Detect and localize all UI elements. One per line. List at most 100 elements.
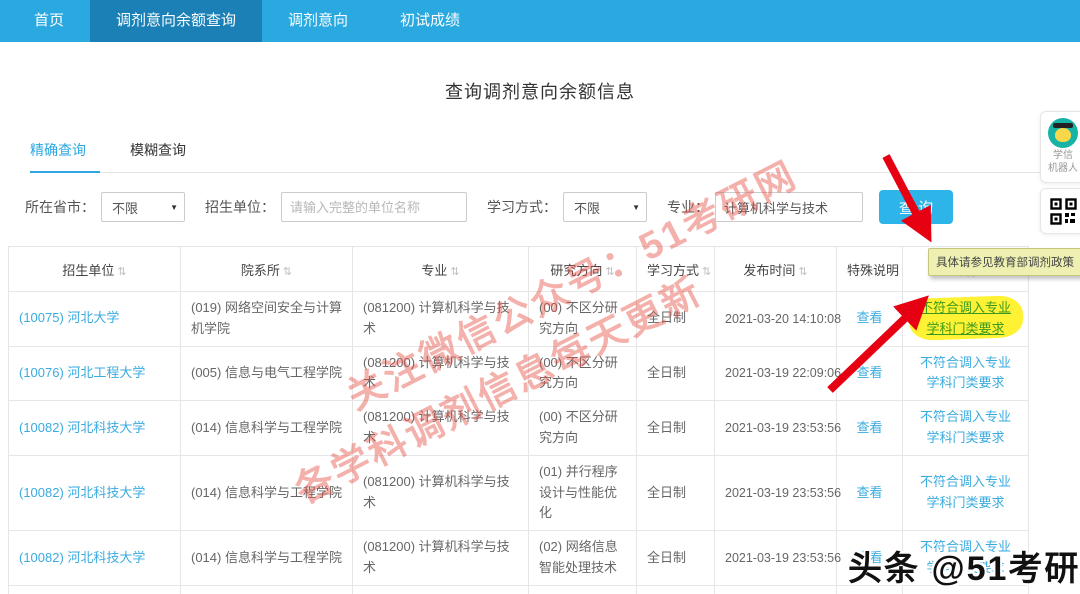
cell-time: 2021-03-19 23:53:56 xyxy=(715,531,837,586)
study-mode-select-value: 不限 xyxy=(574,198,600,217)
cell-unit-link[interactable]: (10076) 河北工程大学 xyxy=(19,365,145,380)
cell-time: 2021-03-19 23:53:56 xyxy=(715,455,837,530)
table-row: (10082) 河北科技大学 (014) 信息科学与工程学院(081200) 计算… xyxy=(9,455,1029,530)
tab-fuzzy-query[interactable]: 模糊查询 xyxy=(130,134,200,172)
column-header-label: 学习方式 xyxy=(647,263,699,278)
column-header-label: 专业 xyxy=(421,263,447,278)
column-header: 特殊说明 xyxy=(837,247,903,292)
qr-code-icon xyxy=(1050,198,1077,225)
cell-dept: (014) 信息科学与工程学院 xyxy=(181,401,353,456)
column-header[interactable]: 研究方向⇅ xyxy=(529,247,637,292)
column-header-label: 院系所 xyxy=(241,263,280,278)
cell-study: 全日制 xyxy=(637,401,715,456)
sort-icon[interactable]: ⇅ xyxy=(702,266,711,278)
cell-action-link[interactable]: 不符合调入专业学科门类要求 xyxy=(918,353,1014,395)
cell-action: 不符合调入专业学科门类要求 xyxy=(903,346,1029,401)
table-row: (10076) 河北工程大学(005) 信息与电气工程学院(081200) 计算… xyxy=(9,346,1029,401)
cell-study: 全日制 xyxy=(637,585,715,594)
cell-dept: (014) 信息科学与工程学院 xyxy=(181,585,353,594)
nav-tab-3[interactable]: 初试成绩 xyxy=(374,0,486,42)
major-label: 专业： xyxy=(667,197,709,217)
robot-label-line2: 机器人 xyxy=(1041,163,1080,176)
cell-special: 查看 xyxy=(837,585,903,594)
cell-special-link[interactable]: 查看 xyxy=(856,310,882,325)
major-input[interactable] xyxy=(715,192,863,222)
cell-study: 全日制 xyxy=(637,346,715,401)
sort-icon[interactable]: ⇅ xyxy=(605,266,614,278)
cell-unit-link[interactable]: (10082) 河北科技大学 xyxy=(19,550,145,565)
column-header[interactable]: 专业⇅ xyxy=(353,247,529,292)
cell-action: 不符合调入专业学科门类要求 xyxy=(903,401,1029,456)
cell-dept: (005) 信息与电气工程学院 xyxy=(181,346,353,401)
tab-precise-query[interactable]: 精确查询 xyxy=(30,134,100,173)
sort-icon[interactable]: ⇅ xyxy=(798,266,807,278)
nav-tab-0[interactable]: 首页 xyxy=(8,0,90,42)
province-select[interactable]: 不限 ▼ xyxy=(101,192,185,222)
cell-direction: (00) 不区分研究方向 xyxy=(529,346,637,401)
cell-action: 不符合调入专业学科门类要求 xyxy=(903,585,1029,594)
cell-special-link[interactable]: 查看 xyxy=(856,365,882,380)
cell-action-link[interactable]: 不符合调入专业学科门类要求 xyxy=(918,537,1014,579)
top-nav: 首页调剂意向余额查询调剂意向初试成绩 xyxy=(0,0,1080,42)
dropdown-caret-icon: ▼ xyxy=(170,203,178,212)
qr-code-widget[interactable] xyxy=(1040,188,1080,234)
results-table: 招生单位⇅院系所⇅专业⇅研究方向⇅学习方式⇅发布时间⇅特殊说明操作 (10075… xyxy=(8,246,1029,594)
sort-icon[interactable]: ⇅ xyxy=(450,266,459,278)
sort-icon[interactable]: ⇅ xyxy=(283,266,292,278)
column-header[interactable]: 院系所⇅ xyxy=(181,247,353,292)
cell-unit-link[interactable]: (10075) 河北大学 xyxy=(19,310,119,325)
cell-action-link[interactable]: 不符合调入专业学科门类要求 xyxy=(918,407,1014,449)
nav-tab-2[interactable]: 调剂意向 xyxy=(262,0,374,42)
cell-time: 2021-03-19 23:53:56 xyxy=(715,585,837,594)
column-header-label: 发布时间 xyxy=(743,263,795,278)
dropdown-caret-icon: ▼ xyxy=(632,203,640,212)
cell-special: 查看 xyxy=(837,401,903,456)
cell-special-link[interactable]: 查看 xyxy=(856,420,882,435)
cell-dept: (014) 信息科学与工程学院 xyxy=(181,531,353,586)
query-mode-tabs: 精确查询 模糊查询 xyxy=(30,134,1042,173)
cell-study: 全日制 xyxy=(637,292,715,347)
cell-special: 查看 xyxy=(837,292,903,347)
column-header[interactable]: 学习方式⇅ xyxy=(637,247,715,292)
table-row: (10082) 河北科技大学(014) 信息科学与工程学院(081200) 计算… xyxy=(9,531,1029,586)
cell-special: 查看 xyxy=(837,531,903,586)
cell-major: (081200) 计算机科学与技术 xyxy=(353,292,529,347)
robot-avatar-icon xyxy=(1048,118,1078,148)
cell-major: (081200) 计算机科学与技术 xyxy=(353,401,529,456)
cell-special-link[interactable]: 查看 xyxy=(856,550,882,565)
cell-direction: (01) 并行程序设计与性能优化 xyxy=(529,455,637,530)
cell-action: 不符合调入专业学科门类要求 xyxy=(903,531,1029,586)
nav-tab-1[interactable]: 调剂意向余额查询 xyxy=(90,0,262,42)
cell-action-link[interactable]: 不符合调入专业学科门类要求 xyxy=(918,298,1014,340)
table-row: (10082) 河北科技大学 (014) 信息科学与工程学院(081200) 计算… xyxy=(9,401,1029,456)
cell-time: 2021-03-19 22:09:06 xyxy=(715,346,837,401)
cell-unit: (10082) 河北科技大学 xyxy=(9,455,181,530)
study-mode-select[interactable]: 不限 ▼ xyxy=(563,192,647,222)
xuexin-robot-widget[interactable]: 学信 机器人 xyxy=(1040,111,1080,183)
column-header: 操作 xyxy=(903,247,1029,292)
cell-study: 全日制 xyxy=(637,531,715,586)
cell-study: 全日制 xyxy=(637,455,715,530)
unit-input[interactable] xyxy=(281,192,467,222)
cell-dept: (019) 网络空间安全与计算机学院 xyxy=(181,292,353,347)
cell-special: 查看 xyxy=(837,455,903,530)
cell-unit-link[interactable]: (10082) 河北科技大学 xyxy=(19,485,145,500)
cell-unit-link[interactable]: (10082) 河北科技大学 xyxy=(19,420,145,435)
province-label: 所在省市： xyxy=(25,197,95,217)
cell-direction: (02) 网络信息智能处理技术 xyxy=(529,531,637,586)
cell-dept: (014) 信息科学与工程学院 xyxy=(181,455,353,530)
cell-special: 查看 xyxy=(837,346,903,401)
page-title: 查询调剂意向余额信息 xyxy=(0,78,1080,104)
search-button[interactable]: 查 询 xyxy=(879,190,953,224)
column-header[interactable]: 招生单位⇅ xyxy=(9,247,181,292)
sort-icon[interactable]: ⇅ xyxy=(117,266,126,278)
cell-major: (081200) 计算机科学与技术 xyxy=(353,455,529,530)
column-header[interactable]: 发布时间⇅ xyxy=(715,247,837,292)
cell-time: 2021-03-19 23:53:56 xyxy=(715,401,837,456)
cell-special-link[interactable]: 查看 xyxy=(856,485,882,500)
cell-action: 不符合调入专业学科门类要求 xyxy=(903,455,1029,530)
cell-unit: (10076) 河北工程大学 xyxy=(9,346,181,401)
table-row: (10082) 河北科技大学(014) 信息科学与工程学院(081200) 计算… xyxy=(9,585,1029,594)
column-header-label: 操作 xyxy=(952,263,978,278)
cell-action-link[interactable]: 不符合调入专业学科门类要求 xyxy=(918,472,1014,514)
